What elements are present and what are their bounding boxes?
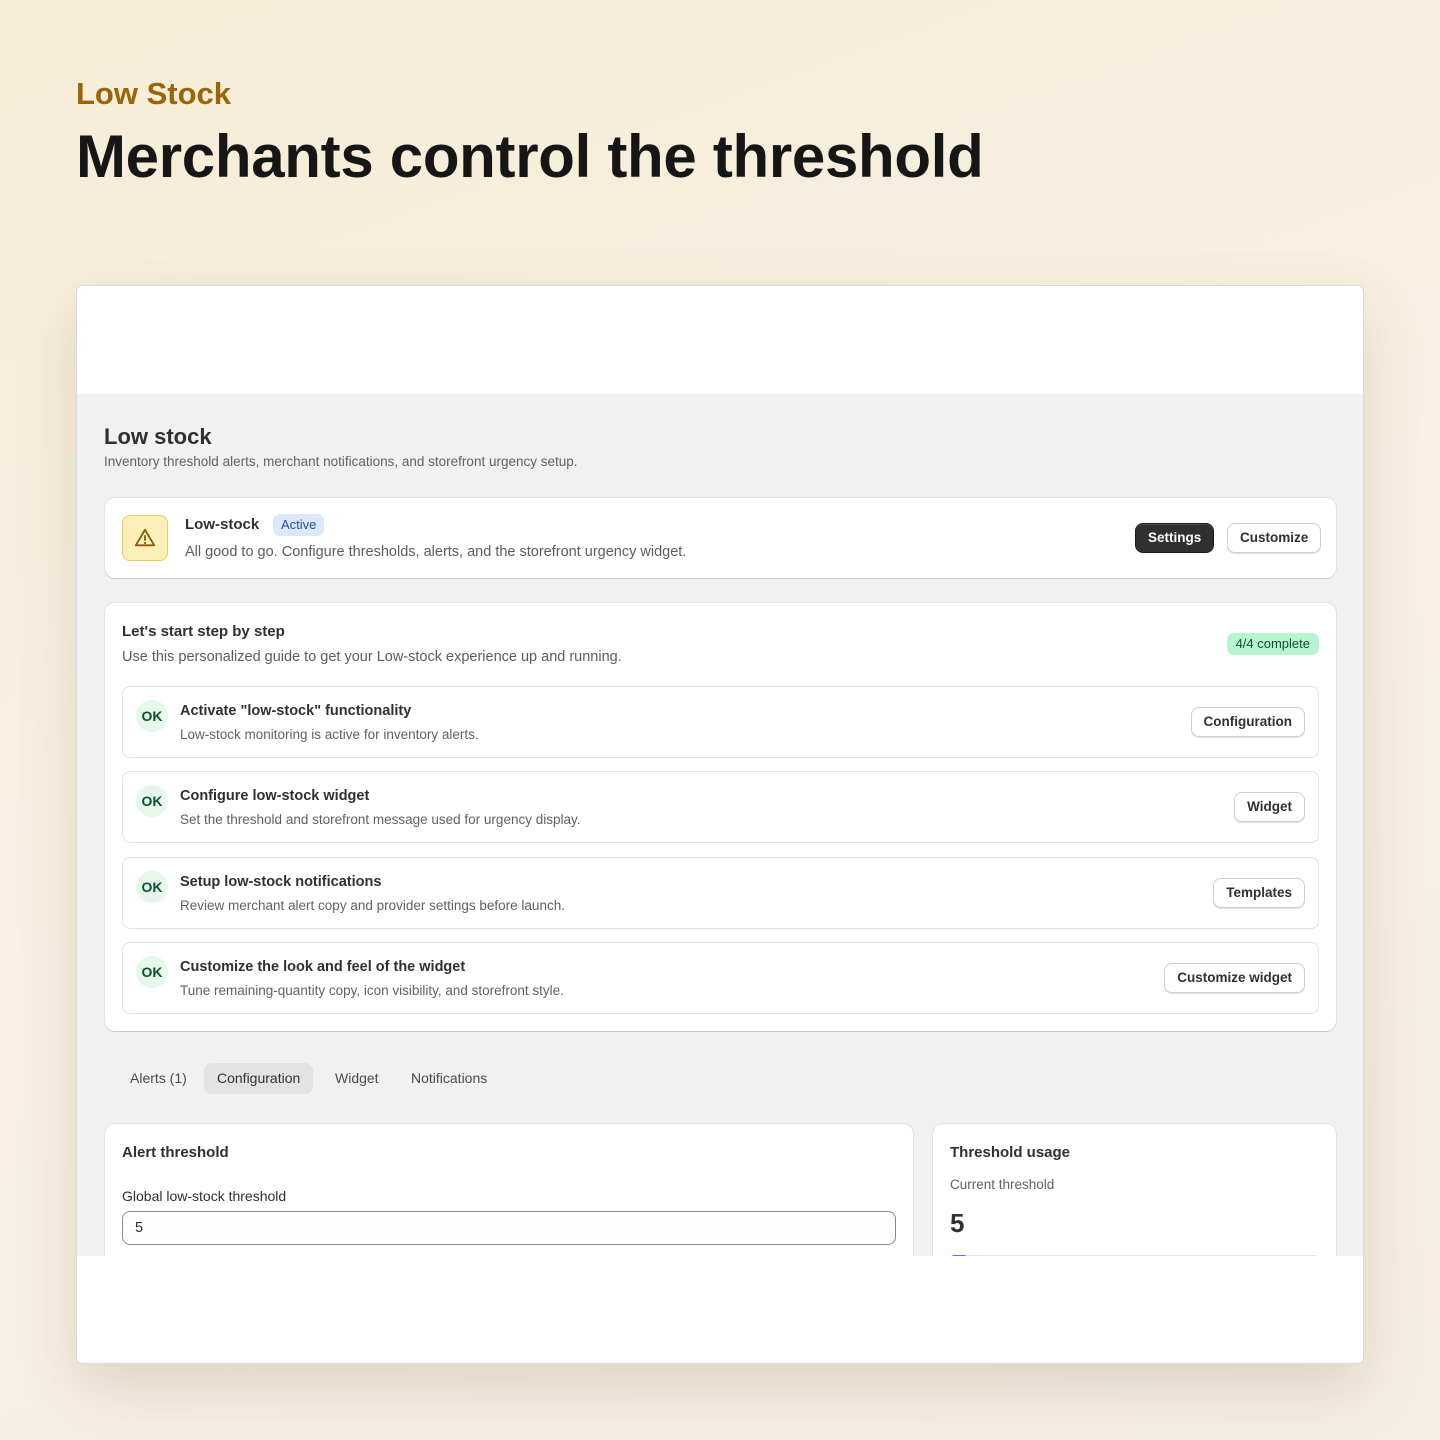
- progress-badge: 4/4 complete: [1226, 633, 1319, 655]
- step-title: Setup low-stock notifications: [180, 874, 382, 890]
- guide-title: Let's start step by step: [122, 623, 285, 640]
- customize-widget-button[interactable]: Customize widget: [1164, 963, 1305, 993]
- check-badge: OK: [136, 700, 168, 732]
- check-badge: OK: [136, 956, 168, 988]
- widget-button[interactable]: Widget: [1234, 792, 1305, 822]
- settings-button[interactable]: Settings: [1135, 523, 1215, 553]
- step-item: OK Configure low-stock widget Set the th…: [122, 771, 1319, 843]
- card-title: Alert threshold: [122, 1144, 229, 1161]
- threshold-input[interactable]: [122, 1211, 896, 1245]
- step-description: Set the threshold and storefront message…: [180, 812, 581, 827]
- app-content: Low stock Inventory threshold alerts, me…: [77, 394, 1363, 1256]
- tab-notifications[interactable]: Notifications: [398, 1063, 500, 1094]
- threshold-usage-card: Threshold usage Current threshold 5: [933, 1124, 1336, 1256]
- setup-guide-card: Let's start step by step Use this person…: [105, 603, 1336, 1031]
- hero-headline: Merchants control the threshold: [76, 123, 984, 190]
- threshold-field-label: Global low-stock threshold: [122, 1188, 287, 1204]
- warning-icon: [122, 515, 168, 561]
- tab-alerts[interactable]: Alerts (1): [117, 1063, 200, 1094]
- status-card: Low-stock Active All good to go. Configu…: [105, 498, 1336, 578]
- usage-value: 5: [950, 1208, 965, 1238]
- step-description: Low-stock monitoring is active for inven…: [180, 727, 479, 742]
- page-subtitle: Inventory threshold alerts, merchant not…: [104, 454, 578, 469]
- hero-eyebrow: Low Stock: [76, 76, 232, 111]
- configuration-button[interactable]: Configuration: [1190, 707, 1305, 737]
- step-item: OK Activate "low-stock" functionality Lo…: [122, 686, 1319, 758]
- step-description: Review merchant alert copy and provider …: [180, 898, 565, 913]
- step-description: Tune remaining-quantity copy, icon visib…: [180, 983, 564, 998]
- templates-button[interactable]: Templates: [1213, 878, 1305, 908]
- alert-threshold-card: Alert threshold Global low-stock thresho…: [105, 1124, 913, 1256]
- step-item: OK Setup low-stock notifications Review …: [122, 857, 1319, 929]
- customize-button[interactable]: Customize: [1227, 523, 1322, 553]
- check-badge: OK: [136, 785, 168, 817]
- page-title: Low stock: [104, 424, 212, 449]
- status-description: All good to go. Configure thresholds, al…: [185, 544, 687, 560]
- usage-bar-fill: [950, 1255, 969, 1256]
- usage-label: Current threshold: [950, 1177, 1055, 1192]
- check-badge: OK: [136, 871, 168, 903]
- step-title: Activate "low-stock" functionality: [180, 703, 412, 719]
- card-title: Threshold usage: [950, 1144, 1071, 1161]
- status-badge: Active: [273, 514, 325, 536]
- usage-bar: [950, 1255, 1319, 1256]
- tab-widget[interactable]: Widget: [322, 1063, 392, 1094]
- step-title: Customize the look and feel of the widge…: [180, 959, 466, 975]
- tab-configuration[interactable]: Configuration: [204, 1063, 314, 1094]
- step-title: Configure low-stock widget: [180, 788, 370, 804]
- guide-subtitle: Use this personalized guide to get your …: [122, 649, 622, 665]
- app-window: Low stock Inventory threshold alerts, me…: [76, 285, 1364, 1364]
- app-name: Low-stock: [185, 516, 260, 533]
- step-item: OK Customize the look and feel of the wi…: [122, 942, 1319, 1014]
